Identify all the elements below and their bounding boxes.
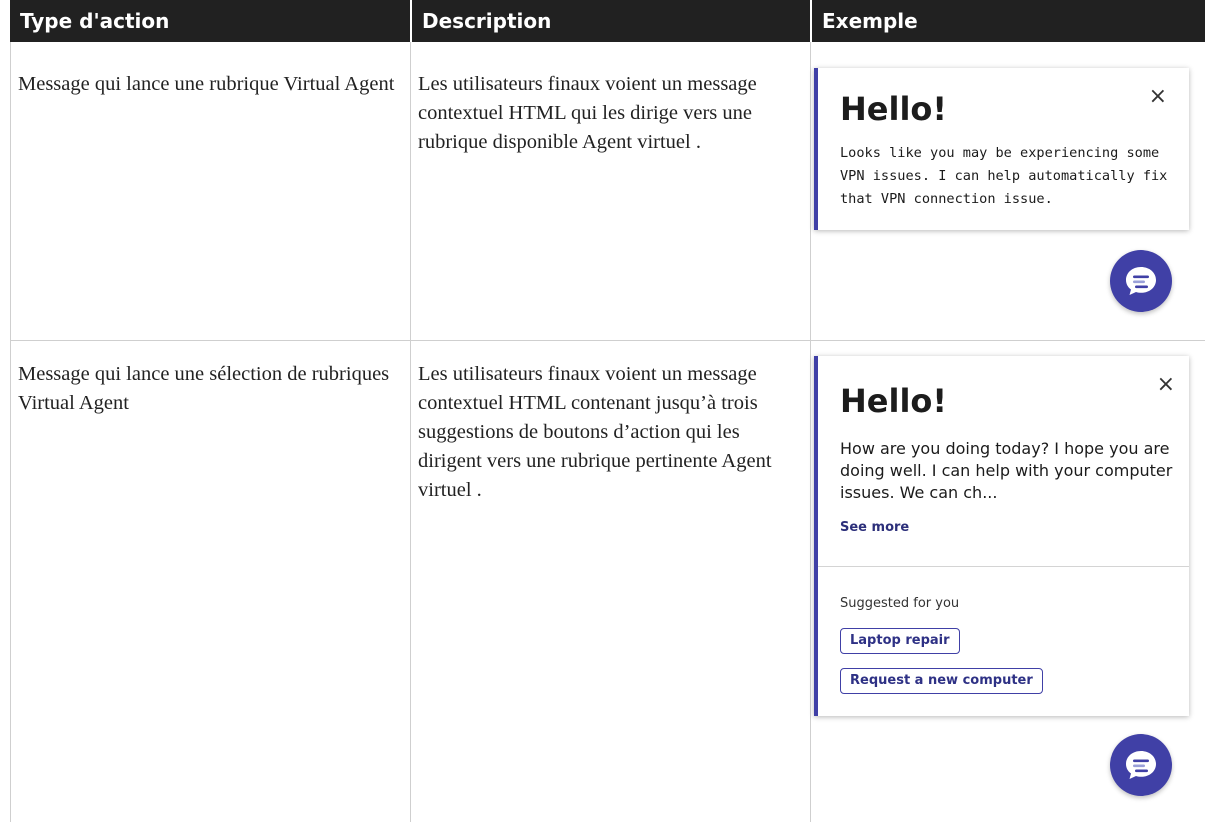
virtual-agent-chat-button[interactable] bbox=[1110, 734, 1172, 796]
popup-title: Hello! bbox=[840, 382, 947, 420]
suggestion-button-new-computer[interactable]: Request a new computer bbox=[840, 668, 1043, 694]
close-icon[interactable]: × bbox=[1157, 374, 1175, 396]
close-icon[interactable]: × bbox=[1149, 86, 1167, 108]
row-divider bbox=[10, 340, 1205, 341]
chat-icon bbox=[1126, 267, 1156, 295]
virtual-agent-chat-button[interactable] bbox=[1110, 250, 1172, 312]
column-header-description: Description bbox=[410, 0, 810, 42]
popup-divider bbox=[818, 566, 1189, 567]
row1-type: Message qui lance une rubrique Virtual A… bbox=[18, 73, 395, 95]
suggestion-button-laptop-repair[interactable]: Laptop repair bbox=[840, 628, 960, 654]
column-divider bbox=[810, 42, 811, 822]
column-header-type: Type d'action bbox=[10, 0, 410, 42]
popup-title: Hello! bbox=[840, 90, 947, 128]
chat-icon bbox=[1126, 751, 1156, 779]
popup-body: How are you doing today? I hope you are … bbox=[840, 439, 1173, 502]
popup-message-example-topic: Hello! × Looks like you may be experienc… bbox=[814, 68, 1189, 230]
column-header-example: Exemple bbox=[810, 0, 1205, 42]
popup-message-example-selection: Hello! × How are you doing today? I hope… bbox=[814, 356, 1189, 716]
suggested-label: Suggested for you bbox=[840, 596, 960, 611]
column-divider bbox=[410, 42, 411, 822]
popup-body: Looks like you may be experiencing some … bbox=[840, 145, 1168, 207]
table-border-left bbox=[10, 42, 11, 822]
row1-description: Les utilisateurs finaux voient un messag… bbox=[418, 73, 757, 153]
row2-type: Message qui lance une sélection de rubri… bbox=[18, 363, 390, 414]
see-more-link[interactable]: See more bbox=[840, 520, 909, 535]
row2-description: Les utilisateurs finaux voient un messag… bbox=[418, 363, 772, 501]
